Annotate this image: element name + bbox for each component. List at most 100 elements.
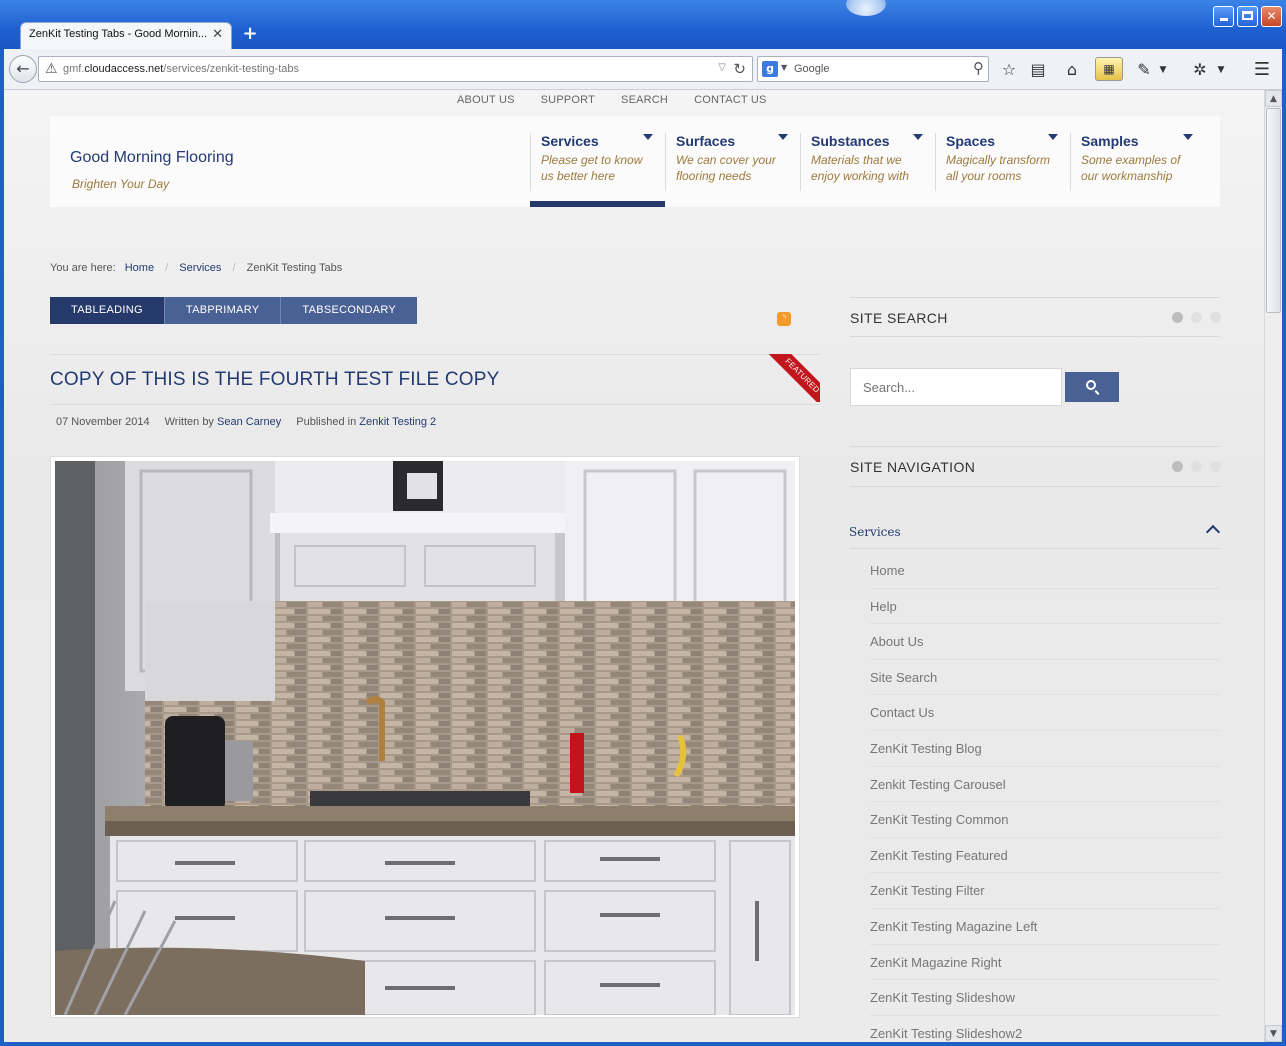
pipette-icon[interactable]: ✎ [1132,59,1156,81]
article-date: 07 November 2014 [56,416,150,428]
pipette-dropdown-icon[interactable]: ▼ [1156,59,1170,81]
breadcrumb-services[interactable]: Services [179,262,221,274]
scroll-up-icon[interactable]: ▲ [1265,90,1282,107]
search-input[interactable] [850,368,1062,406]
back-arrow-icon[interactable]: ← [9,55,37,83]
article-category[interactable]: Zenkit Testing 2 [359,416,436,428]
rss-icon[interactable]: ◝ [777,312,791,326]
dot-icon[interactable] [1172,461,1183,472]
extension-icon[interactable]: ▦ [1095,57,1123,81]
main-nav-samples[interactable]: Samples Some examples of our workmanship [1070,133,1203,191]
scroll-down-icon[interactable]: ▼ [1265,1025,1282,1042]
magnifier-icon[interactable]: ⚲ [973,59,984,77]
dot-icon[interactable] [1191,312,1202,323]
content-tabs: TABLEADING TABPRIMARY TABSECONDARY [50,297,418,324]
main-nav-desc: Magically transform all your rooms [946,153,1051,183]
sidenav-parent-services[interactable]: Services [849,525,901,539]
published-in-label: Published in [296,416,357,428]
bug-icon[interactable]: ✲ [1188,59,1212,81]
written-by-label: Written by [164,416,214,428]
tab-secondary[interactable]: TABSECONDARY [281,297,418,324]
sidenav-item[interactable]: Zenkit Testing Carousel [870,767,1220,803]
window-titlebar: ✕ ZenKit Testing Tabs - Good Mornin... ✕… [0,0,1286,49]
top-menu-support[interactable]: SUPPORT [541,94,595,106]
sidenav-item[interactable]: ZenKit Testing Featured [870,838,1220,874]
caret-down-icon[interactable] [913,134,923,140]
main-nav-surfaces[interactable]: Surfaces We can cover your flooring need… [665,133,798,191]
main-nav-spaces[interactable]: Spaces Magically transform all your room… [935,133,1068,191]
minimize-icon [1219,18,1228,21]
breadcrumb-separator: / [165,262,169,274]
caret-down-icon[interactable] [1183,134,1193,140]
article-image[interactable] [50,456,800,1018]
vertical-scrollbar[interactable]: ▲ ▼ [1264,90,1282,1042]
sidenav-item[interactable]: Site Search [870,660,1220,696]
divider [850,297,1220,298]
caret-down-icon[interactable] [778,134,788,140]
sidenav-item[interactable]: ZenKit Testing Slideshow2 [870,1016,1220,1042]
warning-icon[interactable]: ⚠ [45,61,58,77]
new-tab-button[interactable]: + [240,24,260,44]
main-nav-desc: We can cover your flooring needs [676,153,776,183]
browser-toolbar: ← ⚠ gmf.cloudaccess.net/services/zenkit-… [4,49,1282,90]
sidenav-item[interactable]: Help [870,589,1220,625]
close-window-button[interactable]: ✕ [1261,6,1282,27]
article-author[interactable]: Sean Carney [217,416,281,428]
sidenav-item[interactable]: ZenKit Testing Blog [870,731,1220,767]
divider [850,446,1220,447]
top-menu-search[interactable]: SEARCH [621,94,668,106]
menu-icon[interactable]: ☰ [1249,59,1275,81]
main-nav-desc: Some examples of our workmanship [1081,153,1181,183]
dot-icon[interactable] [1191,461,1202,472]
breadcrumb-separator: / [232,262,236,274]
dot-icon[interactable] [1210,312,1221,323]
sidenav-item[interactable]: About Us [870,624,1220,660]
minimize-button[interactable] [1213,6,1234,27]
article-title[interactable]: COPY OF THIS IS THE FOURTH TEST FILE COP… [50,369,500,391]
divider [50,354,820,355]
sidenav-item[interactable]: Contact Us [870,695,1220,731]
main-nav-desc: Please get to know us better here [541,153,643,183]
top-menu-contact[interactable]: CONTACT US [694,94,767,106]
home-icon[interactable]: ⌂ [1060,59,1084,81]
sidenav-item[interactable]: ZenKit Magazine Right [870,945,1220,981]
maximize-button[interactable] [1237,6,1258,27]
breadcrumb-prefix: You are here: [50,262,116,274]
reader-icon[interactable]: ▤ [1026,59,1050,81]
sidenav-item[interactable]: Home [870,553,1220,589]
star-icon[interactable]: ☆ [997,59,1021,81]
tab-close-icon[interactable]: ✕ [212,27,223,42]
caret-down-icon[interactable] [643,134,653,140]
close-icon: ✕ [1266,9,1277,23]
url-dropdown-icon[interactable]: ▽ [718,62,726,73]
sidenav-item[interactable]: ZenKit Testing Magazine Left [870,909,1220,945]
browser-tab[interactable]: ZenKit Testing Tabs - Good Mornin... ✕ [20,22,232,49]
dot-icon[interactable] [1210,461,1221,472]
tab-leading[interactable]: TABLEADING [50,297,165,324]
sidenav-item[interactable]: ZenKit Testing Filter [870,873,1220,909]
main-nav-substances[interactable]: Substances Materials that we enjoy worki… [800,133,933,191]
caret-down-icon[interactable] [1048,134,1058,140]
breadcrumb-home[interactable]: Home [125,262,154,274]
chevron-up-icon[interactable] [1205,524,1221,540]
sidenav-item[interactable]: ZenKit Testing Slideshow [870,980,1220,1016]
module-dots [1172,312,1221,323]
dot-icon[interactable] [1172,312,1183,323]
kitchen-photo-svg [55,461,795,1015]
top-menu-about[interactable]: ABOUT US [457,94,515,106]
reload-icon[interactable]: ↻ [733,60,746,78]
tab-primary[interactable]: TABPRIMARY [164,297,282,324]
engine-dropdown-icon[interactable]: ▼ [781,63,787,72]
sidenav-item[interactable]: ZenKit Testing Common [870,802,1220,838]
scroll-thumb[interactable] [1266,108,1281,313]
tab-title: ZenKit Testing Tabs - Good Mornin... [29,28,208,40]
google-icon[interactable]: g [762,61,778,77]
bug-dropdown-icon[interactable]: ▼ [1214,59,1228,81]
url-text[interactable]: gmf.cloudaccess.net/services/zenkit-test… [63,63,299,75]
url-bar[interactable]: ⚠ gmf.cloudaccess.net/services/zenkit-te… [38,56,753,82]
search-bar[interactable]: g ▼ Google ⚲ [757,56,989,82]
main-nav-services[interactable]: Services Please get to know us better he… [530,133,663,191]
search-button[interactable] [1065,372,1119,402]
site-title[interactable]: Good Morning Flooring [70,149,234,167]
featured-ribbon: FEATURED [768,354,820,402]
